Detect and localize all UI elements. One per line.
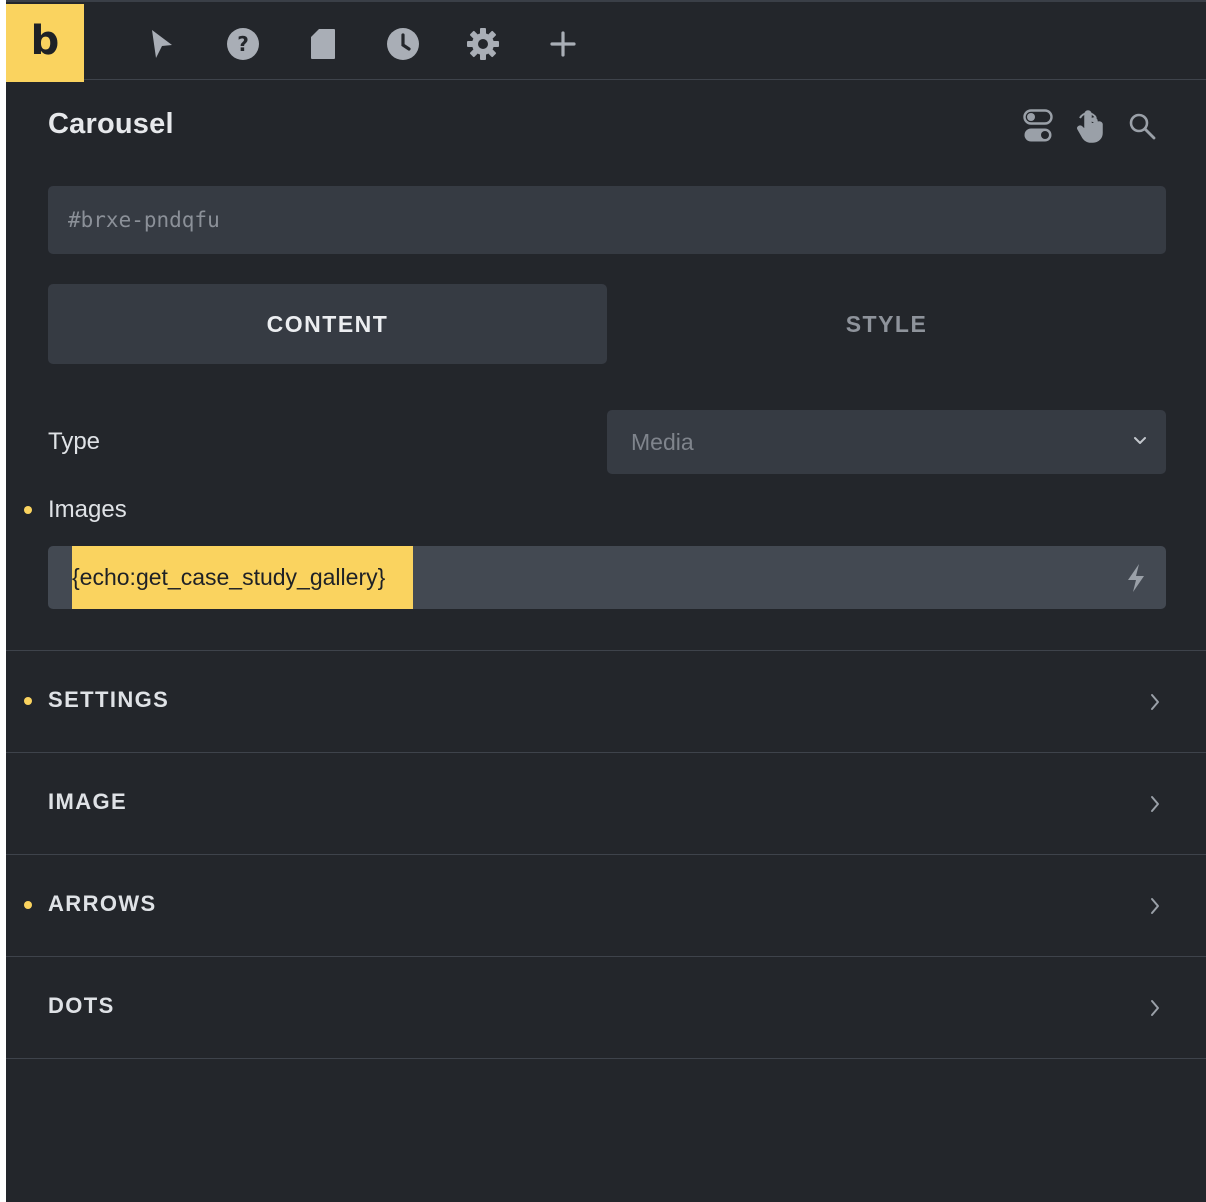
section-label: DOTS: [48, 993, 115, 1018]
help-icon[interactable]: ?: [223, 24, 263, 64]
type-select-value: Media: [631, 428, 694, 455]
type-label: Type: [48, 428, 101, 455]
tab-style[interactable]: STYLE: [607, 284, 1166, 364]
section-label: SETTINGS: [48, 687, 170, 712]
toggle-icon[interactable]: [1020, 108, 1056, 144]
element-id-field[interactable]: #brxe-pndqfu: [48, 186, 1166, 254]
section-settings[interactable]: SETTINGS: [6, 650, 1206, 752]
type-select[interactable]: Media: [607, 410, 1166, 474]
section-label: ARROWS: [48, 891, 157, 916]
section-image[interactable]: IMAGE: [6, 752, 1206, 854]
chevron-right-icon: [1151, 1000, 1159, 1016]
element-id-value: #brxe-pndqfu: [68, 208, 220, 232]
modified-indicator: [24, 901, 32, 909]
add-icon[interactable]: [543, 24, 583, 64]
chevron-right-icon: [1151, 898, 1159, 914]
history-icon[interactable]: [383, 24, 423, 64]
page-icon[interactable]: [303, 24, 343, 64]
section-arrows[interactable]: ARROWS: [6, 854, 1206, 956]
divider: [6, 1058, 1206, 1059]
svg-text:?: ?: [237, 32, 249, 56]
tab-content[interactable]: CONTENT: [48, 284, 607, 364]
settings-icon[interactable]: [463, 24, 503, 64]
modified-indicator: [24, 506, 32, 514]
search-icon[interactable]: [1124, 108, 1160, 144]
toolbar: b ?: [6, 0, 1206, 82]
section-label: IMAGE: [48, 789, 128, 814]
element-panel: b ? Carousel #brxe-pndqfu CONTENT STYLE …: [6, 0, 1206, 1202]
chevron-right-icon: [1151, 796, 1159, 812]
images-label: Images: [48, 496, 127, 523]
logo-letter: b: [30, 18, 60, 64]
modified-indicator: [24, 697, 32, 705]
chevron-down-icon: [1134, 437, 1146, 444]
bolt-icon[interactable]: [1124, 563, 1148, 593]
dynamic-data-tag[interactable]: {echo:get_case_study_gallery}: [72, 546, 413, 609]
section-dots[interactable]: DOTS: [6, 956, 1206, 1058]
element-title: Carousel: [48, 108, 174, 140]
pointer-hand-icon[interactable]: [1072, 108, 1108, 144]
images-input[interactable]: {echo:get_case_study_gallery}: [48, 546, 1166, 609]
logo[interactable]: b: [6, 4, 84, 82]
chevron-right-icon: [1151, 694, 1159, 710]
cursor-icon[interactable]: [142, 24, 182, 64]
